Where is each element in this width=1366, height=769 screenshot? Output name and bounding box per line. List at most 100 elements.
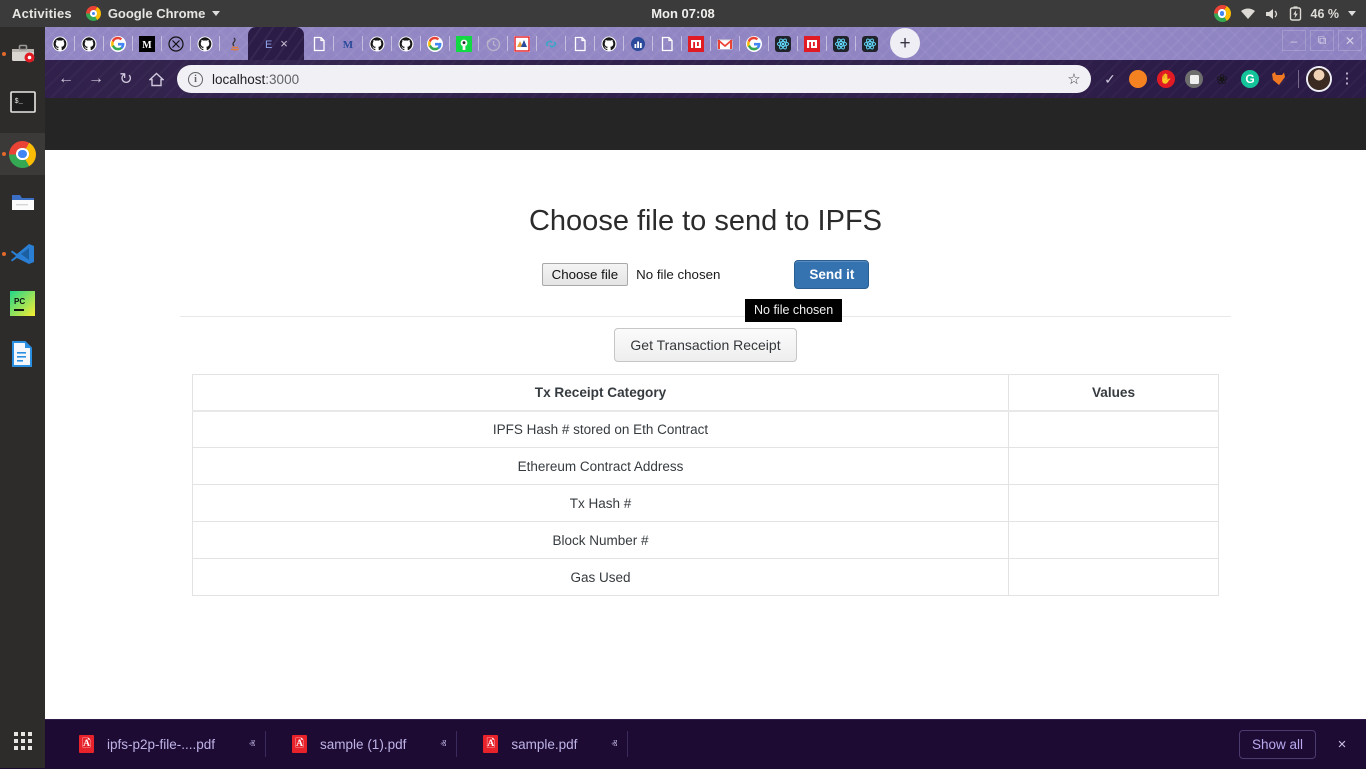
tab-react-2[interactable]	[826, 27, 855, 60]
tab-medium-2[interactable]: M	[333, 27, 362, 60]
tab-react-1[interactable]	[768, 27, 797, 60]
home-button[interactable]	[141, 64, 171, 94]
close-window-button[interactable]: ✕	[1338, 30, 1362, 51]
file-input[interactable]: Choose file No file chosen	[542, 263, 721, 286]
tab-npm-2[interactable]	[797, 27, 826, 60]
x-circle-icon	[168, 36, 184, 52]
tab-github-6[interactable]	[594, 27, 623, 60]
react-icon	[862, 36, 878, 52]
dock-item-vscode[interactable]	[0, 233, 45, 275]
extension-check-icon[interactable]: ✓	[1097, 66, 1123, 92]
chrome-window: M E ×	[45, 27, 1366, 768]
download-filename[interactable]: ipfs-p2p-file-....pdf	[107, 737, 215, 752]
tab-github-3[interactable]	[190, 27, 219, 60]
tab-history[interactable]	[478, 27, 507, 60]
avatar[interactable]	[1306, 66, 1332, 92]
chrome-tray-icon[interactable]	[1214, 5, 1231, 22]
download-filename[interactable]: sample.pdf	[511, 737, 577, 752]
address-bar[interactable]: i localhost:3000 ☆	[177, 65, 1091, 93]
cell-category: IPFS Hash # stored on Eth Contract	[193, 411, 1009, 448]
download-filename[interactable]: sample (1).pdf	[320, 737, 406, 752]
tab-blank-1[interactable]	[304, 27, 333, 60]
tab-selected-ethereum-app[interactable]: E ×	[248, 27, 304, 60]
download-item-2[interactable]: A sample (1).pdf ⱏ	[266, 720, 456, 769]
running-indicator	[2, 52, 6, 56]
new-tab-button[interactable]: +	[890, 28, 920, 58]
github-icon	[398, 36, 414, 52]
tab-blank-2[interactable]	[565, 27, 594, 60]
terminal-icon: $_	[10, 91, 36, 117]
tray-chevron-down-icon[interactable]	[1348, 11, 1356, 16]
letter-e-icon: E	[264, 36, 274, 52]
dock-item-chrome[interactable]	[0, 133, 45, 175]
show-applications-icon[interactable]	[0, 724, 45, 758]
shelf-divider	[627, 731, 628, 757]
tab-java[interactable]	[219, 27, 248, 60]
tab-link-chain[interactable]	[536, 27, 565, 60]
system-tray[interactable]: 46 %	[1214, 5, 1357, 22]
dock-item-toolbox[interactable]	[0, 33, 45, 75]
chevron-up-icon[interactable]: ⱏ	[601, 737, 627, 752]
libreoffice-writer-icon	[10, 341, 36, 367]
site-info-icon[interactable]: i	[188, 72, 203, 87]
extension-dark-leaf-icon[interactable]: ❀	[1209, 66, 1235, 92]
send-it-button[interactable]: Send it	[794, 260, 869, 289]
svg-text:$_: $_	[14, 98, 23, 106]
tab-github-4[interactable]	[362, 27, 391, 60]
browser-toolbar: ← → ↻ i localhost:3000 ☆ ✓ ✋	[45, 60, 1366, 98]
tab-react-3[interactable]	[855, 27, 884, 60]
chrome-menu-button[interactable]: ⋮	[1334, 66, 1360, 92]
tab-close-icon[interactable]: ×	[280, 37, 288, 50]
extension-video-icon[interactable]	[1181, 66, 1207, 92]
tab-google-2[interactable]	[420, 27, 449, 60]
chevron-up-icon[interactable]: ⱏ	[239, 737, 265, 752]
table-row: Tx Hash #	[193, 485, 1219, 522]
tab-x-circle[interactable]	[161, 27, 190, 60]
forward-button[interactable]: →	[81, 64, 111, 94]
dock-item-pycharm[interactable]: PC	[0, 283, 45, 325]
react-icon	[833, 36, 849, 52]
chevron-up-icon[interactable]: ⱏ	[430, 737, 456, 752]
page-top-dark-band	[45, 98, 1366, 150]
close-shelf-icon[interactable]: ×	[1332, 736, 1352, 753]
tab-blank-3[interactable]	[652, 27, 681, 60]
dock-item-files[interactable]	[0, 183, 45, 225]
tab-green-app[interactable]	[449, 27, 478, 60]
extension-orange-icon[interactable]	[1125, 66, 1151, 92]
tab-medium-1[interactable]: M	[132, 27, 161, 60]
pdf-file-icon: A	[79, 735, 94, 753]
tab-stats[interactable]	[623, 27, 652, 60]
file-status-label: No file chosen	[636, 267, 720, 282]
column-header-values: Values	[1009, 375, 1219, 411]
tab-google-1[interactable]	[103, 27, 132, 60]
reload-button[interactable]: ↻	[111, 64, 141, 94]
hand-glyph: ✋	[1157, 70, 1175, 88]
svg-text:E: E	[265, 39, 272, 51]
tab-google-3[interactable]	[739, 27, 768, 60]
clock[interactable]: Mon 07:08	[0, 6, 1366, 21]
dock-item-terminal[interactable]: $_	[0, 83, 45, 125]
get-transaction-receipt-button[interactable]: Get Transaction Receipt	[614, 328, 796, 362]
tab-github-2[interactable]	[74, 27, 103, 60]
download-item-1[interactable]: A ipfs-p2p-file-....pdf ⱏ	[53, 720, 265, 769]
extension-fox-icon[interactable]	[1265, 66, 1291, 92]
maximize-button[interactable]: ⧉	[1310, 30, 1334, 51]
running-indicator	[2, 252, 6, 256]
choose-file-button[interactable]: Choose file	[542, 263, 629, 286]
dock-item-libreoffice[interactable]	[0, 333, 45, 375]
chrome-icon	[9, 141, 36, 168]
pdf-file-icon: A	[292, 735, 307, 753]
tab-github-1[interactable]	[45, 27, 74, 60]
tab-github-5[interactable]	[391, 27, 420, 60]
show-all-downloads-button[interactable]: Show all	[1239, 730, 1316, 759]
extension-red-hand-icon[interactable]: ✋	[1153, 66, 1179, 92]
tab-npm-1[interactable]	[681, 27, 710, 60]
extension-grammarly-icon[interactable]: G	[1237, 66, 1263, 92]
tab-ipfs[interactable]	[507, 27, 536, 60]
minimize-button[interactable]: –	[1282, 30, 1306, 51]
bookmark-star-icon[interactable]: ☆	[1064, 69, 1084, 89]
tab-gmail[interactable]	[710, 27, 739, 60]
download-item-3[interactable]: A sample.pdf ⱏ	[457, 720, 627, 769]
back-button[interactable]: ←	[51, 64, 81, 94]
battery-charging-icon	[1289, 6, 1302, 21]
